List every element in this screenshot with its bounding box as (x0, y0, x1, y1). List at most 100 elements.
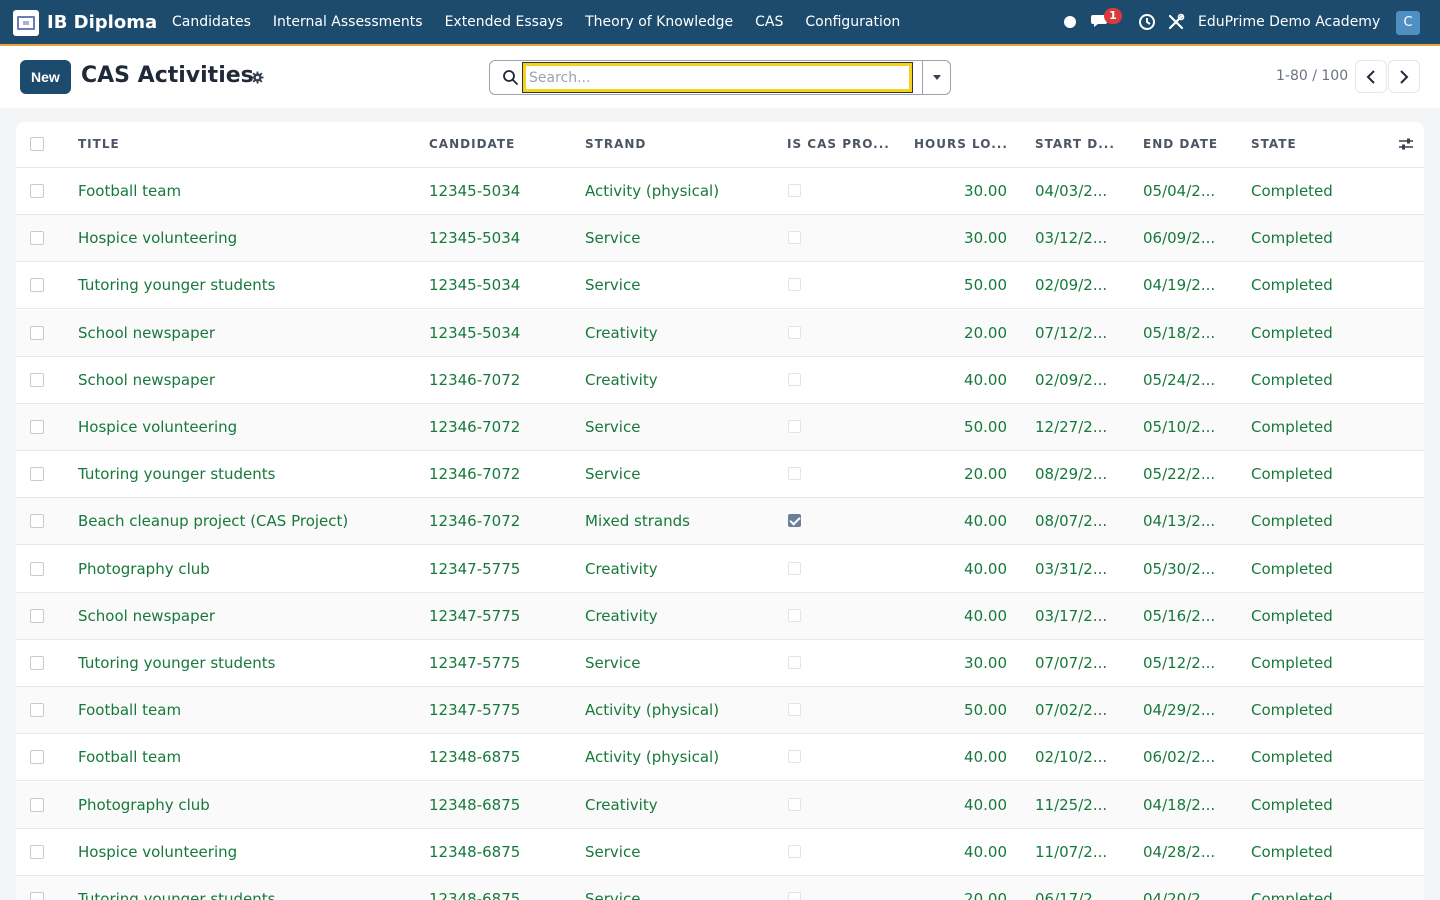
cell-title: School newspaper (78, 370, 216, 389)
column-header-is-cas-project[interactable]: IS CAS PRO... (787, 137, 890, 151)
row-select-checkbox[interactable] (30, 892, 44, 900)
pager-value[interactable]: 1-80 / 100 (1276, 68, 1348, 84)
table-row[interactable]: Tutoring younger students 12346-7072 Servi… (16, 451, 1424, 499)
row-select-checkbox[interactable] (30, 467, 44, 482)
column-header-title[interactable]: TITLE (78, 137, 120, 151)
menu-item-extended-essays[interactable]: Extended Essays (445, 14, 564, 30)
cell-is-cas-project-checkbox (788, 372, 801, 386)
control-panel: New CAS Activities 1-80 / 100 (0, 46, 1440, 108)
table-row[interactable]: Photography club 12348-6875 Creativity 11/2… (16, 781, 1424, 829)
row-select-checkbox[interactable] (30, 514, 44, 529)
chevron-right-icon (1400, 69, 1409, 84)
table-row[interactable]: Beach cleanup project (CAS Project) 12346… (16, 498, 1424, 546)
menu-item-configuration[interactable]: Configuration (805, 14, 900, 30)
status-dot-icon[interactable] (1064, 16, 1076, 28)
menu-item-candidates[interactable]: Candidates (172, 14, 251, 30)
table-row[interactable]: Photography club 12347-5775 Creativity 03/3… (16, 546, 1424, 593)
gear-icon[interactable] (251, 71, 264, 84)
row-select-checkbox[interactable] (30, 797, 44, 812)
row-select-checkbox[interactable] (30, 750, 44, 765)
cell-candidate: 12346-7072 (429, 512, 521, 531)
table-row[interactable]: Hospice volunteering 12345-5034 Service 03/… (16, 215, 1424, 263)
cell-strand: Service (585, 418, 641, 436)
table-row[interactable]: Football team 12345-5034 Activity (physica… (16, 168, 1424, 215)
cell-strand: Creativity (585, 370, 658, 389)
cell-start-date: 11/07/2... (1035, 842, 1108, 861)
cell-start-date: 02/10/2... (1035, 748, 1108, 767)
table-row[interactable]: Football team 12347-5775 Activity (physica… (16, 687, 1424, 735)
table-row[interactable]: Football team 12348-6875 Activity (physica… (16, 734, 1424, 782)
cell-start-date: 11/25/2... (1035, 795, 1108, 814)
cell-strand: Service (585, 229, 641, 248)
cell-hours-logged: 50.00 (964, 276, 1007, 295)
row-select-checkbox[interactable] (30, 703, 44, 718)
cell-end-date: 06/09/2... (1143, 229, 1216, 248)
cell-strand: Service (585, 890, 641, 900)
cell-title: Hospice volunteering (78, 418, 238, 436)
cell-state: Completed (1251, 748, 1333, 767)
row-select-checkbox[interactable] (30, 656, 44, 670)
table-row[interactable]: Hospice volunteering 12346-7072 Service 12/… (16, 404, 1424, 451)
row-select-checkbox[interactable] (30, 184, 44, 198)
column-header-end-date[interactable]: END DATE (1143, 137, 1218, 151)
table-row[interactable]: Tutoring younger students 12348-6875 Servi… (16, 876, 1424, 900)
menu-item-theory-of-knowledge[interactable]: Theory of Knowledge (585, 14, 733, 30)
cell-hours-logged: 40.00 (964, 606, 1007, 625)
table-row[interactable]: School newspaper 12347-5775 Creativity 03/1… (16, 592, 1424, 640)
row-select-checkbox[interactable] (30, 608, 44, 623)
cell-title: Football team (78, 748, 182, 767)
cell-candidate: 12346-7072 (429, 418, 521, 436)
column-header-state[interactable]: STATE (1251, 137, 1297, 151)
cell-start-date: 12/27/2... (1035, 418, 1108, 436)
tools-icon[interactable] (1167, 13, 1185, 31)
menu-item-cas[interactable]: CAS (755, 14, 783, 30)
optional-columns-icon[interactable] (1398, 137, 1414, 151)
table-row[interactable]: Tutoring younger students 12347-5775 Servi… (16, 640, 1424, 687)
pager-next-button[interactable] (1388, 60, 1420, 93)
column-header-start-date[interactable]: START D... (1035, 137, 1115, 151)
cell-state: Completed (1251, 606, 1333, 625)
user-avatar[interactable]: C (1396, 11, 1420, 35)
cell-candidate: 12346-7072 (429, 370, 521, 389)
chevron-left-icon (1366, 69, 1375, 84)
app-brand[interactable]: IB Diploma (47, 12, 157, 33)
new-button[interactable]: New (20, 60, 71, 94)
cell-start-date: 03/17/2... (1035, 606, 1108, 625)
row-select-checkbox[interactable] (30, 278, 44, 293)
cell-is-cas-project-checkbox (788, 420, 801, 433)
cell-is-cas-project-checkbox (788, 231, 801, 245)
table-row[interactable]: School newspaper 12346-7072 Creativity 02/0… (16, 357, 1424, 404)
cell-end-date: 05/16/2... (1143, 606, 1216, 625)
cell-candidate: 12347-5775 (429, 654, 521, 672)
row-select-checkbox[interactable] (30, 844, 44, 859)
column-header-hours-logged[interactable]: HOURS LO... (914, 137, 1008, 151)
page-title: CAS Activities (81, 63, 254, 88)
column-header-candidate[interactable]: CANDIDATE (429, 137, 515, 151)
row-select-checkbox[interactable] (30, 372, 44, 387)
search-input[interactable] (522, 62, 913, 93)
table-header: TITLE CANDIDATE STRAND IS CAS PRO... HOU… (16, 122, 1424, 168)
row-select-checkbox[interactable] (30, 231, 44, 246)
pager-previous-button[interactable] (1355, 60, 1387, 93)
cell-is-cas-project-checkbox (788, 184, 801, 197)
table-row[interactable]: Hospice volunteering 12348-6875 Service 11/… (16, 829, 1424, 876)
cell-end-date: 05/30/2... (1143, 559, 1216, 578)
app-menu-icon[interactable] (13, 10, 39, 36)
row-select-checkbox[interactable] (30, 561, 44, 576)
clock-icon[interactable] (1138, 13, 1156, 31)
cell-state: Completed (1251, 559, 1333, 578)
cell-hours-logged: 30.00 (964, 229, 1007, 248)
table-row[interactable]: Tutoring younger students 12345-5034 Servi… (16, 262, 1424, 310)
menu-item-internal-assessments[interactable]: Internal Assessments (273, 14, 423, 30)
table-row[interactable]: School newspaper 12345-5034 Creativity 07/1… (16, 309, 1424, 357)
column-header-strand[interactable]: STRAND (585, 137, 646, 151)
cell-title: Photography club (78, 795, 210, 814)
company-switcher[interactable]: EduPrime Demo Academy (1198, 14, 1380, 30)
cell-is-cas-project-checkbox (788, 325, 801, 339)
select-all-checkbox[interactable] (30, 137, 44, 151)
row-select-checkbox[interactable] (30, 420, 44, 434)
search-options-toggle[interactable] (922, 60, 951, 95)
cell-strand: Activity (physical) (585, 182, 720, 200)
row-select-checkbox[interactable] (30, 325, 44, 340)
cell-hours-logged: 30.00 (964, 654, 1007, 672)
